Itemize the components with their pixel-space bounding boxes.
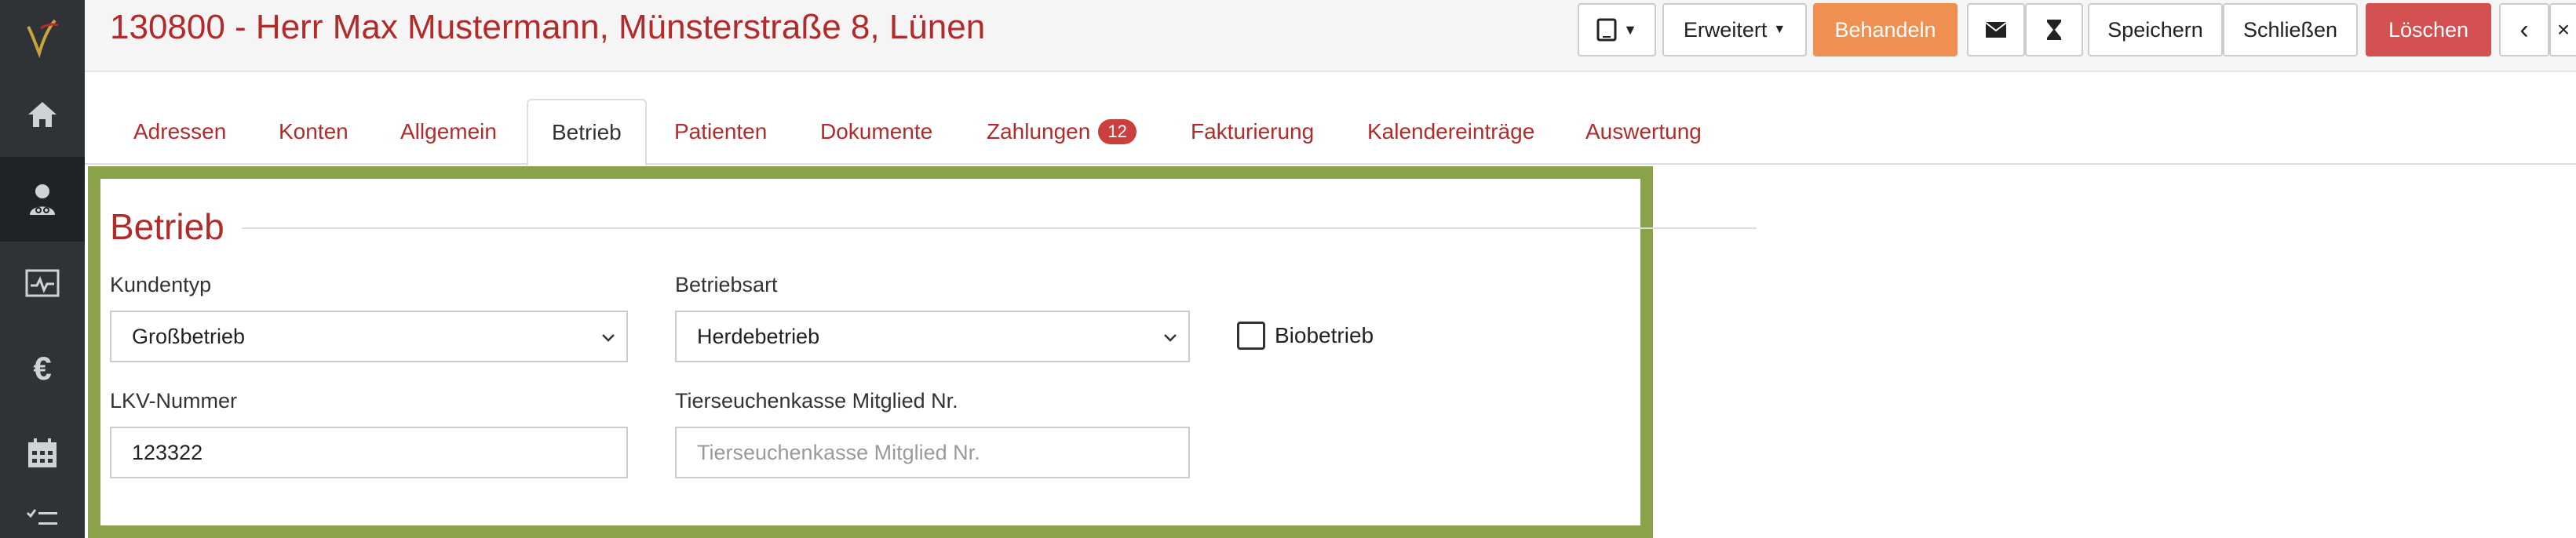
tab-zahlungen[interactable]: Zahlungen 12 [987,99,1137,165]
close-record-button[interactable]: × [2549,3,2576,56]
kundentyp-label: Kundentyp [110,273,212,296]
calendar-icon [28,438,57,467]
section-divider [242,227,1757,229]
envelope-icon [1985,22,2007,38]
hourglass-icon [2047,20,2061,40]
chevron-down-icon [1164,334,1177,342]
lkv-nummer-label: LKV-Nummer [110,389,238,413]
schliessen-button[interactable]: Schließen [2223,3,2358,56]
payment-count-badge: 12 [1098,119,1137,144]
checklist-icon [26,509,57,525]
sidebar-item-kalender[interactable] [0,411,85,496]
tab-patienten[interactable]: Patienten [674,99,767,165]
euro-icon: € [33,350,52,387]
email-button[interactable] [1967,3,2025,56]
sidebar-item-monitor[interactable] [0,242,85,326]
behandeln-button[interactable]: Behandeln [1813,3,1958,56]
section-title: Betrieb [110,206,224,247]
tab-allgemein[interactable]: Allgemein [400,99,497,165]
speichern-label: Speichern [2107,17,2203,42]
sidebar-item-home[interactable] [0,72,85,157]
monitor-icon [25,269,60,297]
kundentyp-select[interactable]: Großbetrieb [110,311,628,362]
lkv-nummer-input[interactable]: 123322 [110,427,628,478]
tab-dokumente[interactable]: Dokumente [820,99,932,165]
tab-bar: Adressen Konten Allgemein Betrieb Patien… [85,99,2576,166]
biobetrieb-checkbox[interactable] [1237,322,1265,350]
tab-betrieb[interactable]: Betrieb [527,99,647,166]
biobetrieb-label[interactable]: Biobetrieb [1275,323,1374,348]
chevron-down-icon [602,334,615,342]
chevron-left-icon: ‹ [2519,14,2529,45]
sidebar-item-kunden[interactable] [0,157,85,242]
loeschen-button[interactable]: Löschen [2366,3,2491,56]
kundentyp-value: Großbetrieb [132,324,246,348]
tab-kalendereintraege[interactable]: Kalendereinträge [1367,99,1534,165]
sidebar: € [0,0,85,538]
betriebsart-value: Herdebetrieb [697,324,820,348]
timer-button[interactable] [2025,3,2083,56]
tablet-icon [1596,18,1617,42]
erweitert-label: Erweitert [1683,17,1768,42]
app-logo[interactable] [0,0,85,72]
user-icon [30,184,55,215]
tab-auswertung[interactable]: Auswertung [1585,99,1702,165]
tab-konten[interactable]: Konten [279,99,348,165]
erweitert-button[interactable]: Erweitert ▼ [1662,3,1807,56]
sidebar-item-aufgaben[interactable] [0,496,85,538]
betriebsart-label: Betriebsart [675,273,778,296]
device-dropdown-button[interactable]: ▼ [1578,3,1656,56]
tierseuchenkasse-placeholder: Tierseuchenkasse Mitglied Nr. [697,440,980,464]
tab-fakturierung[interactable]: Fakturierung [1191,99,1314,165]
lkv-nummer-value: 123322 [132,440,203,464]
page-title: 130800 - Herr Max Mustermann, Münsterstr… [110,8,986,46]
tierseuchenkasse-input[interactable]: Tierseuchenkasse Mitglied Nr. [675,427,1190,478]
sidebar-item-finanzen[interactable]: € [0,326,85,411]
previous-record-button[interactable]: ‹ [2499,3,2549,56]
tierseuchenkasse-label: Tierseuchenkasse Mitglied Nr. [675,389,958,413]
betriebsart-select[interactable]: Herdebetrieb [675,311,1190,362]
caret-down-icon: ▼ [1623,21,1637,38]
speichern-button[interactable]: Speichern [2088,3,2223,56]
tab-adressen[interactable]: Adressen [133,99,226,165]
schliessen-label: Schließen [2242,17,2338,42]
home-icon [28,102,57,127]
tab-zahlungen-label: Zahlungen [987,119,1091,144]
loeschen-label: Löschen [2388,17,2469,42]
caret-down-icon: ▼ [1773,23,1786,36]
close-icon: × [2556,17,2571,42]
behandeln-label: Behandeln [1834,17,1936,42]
